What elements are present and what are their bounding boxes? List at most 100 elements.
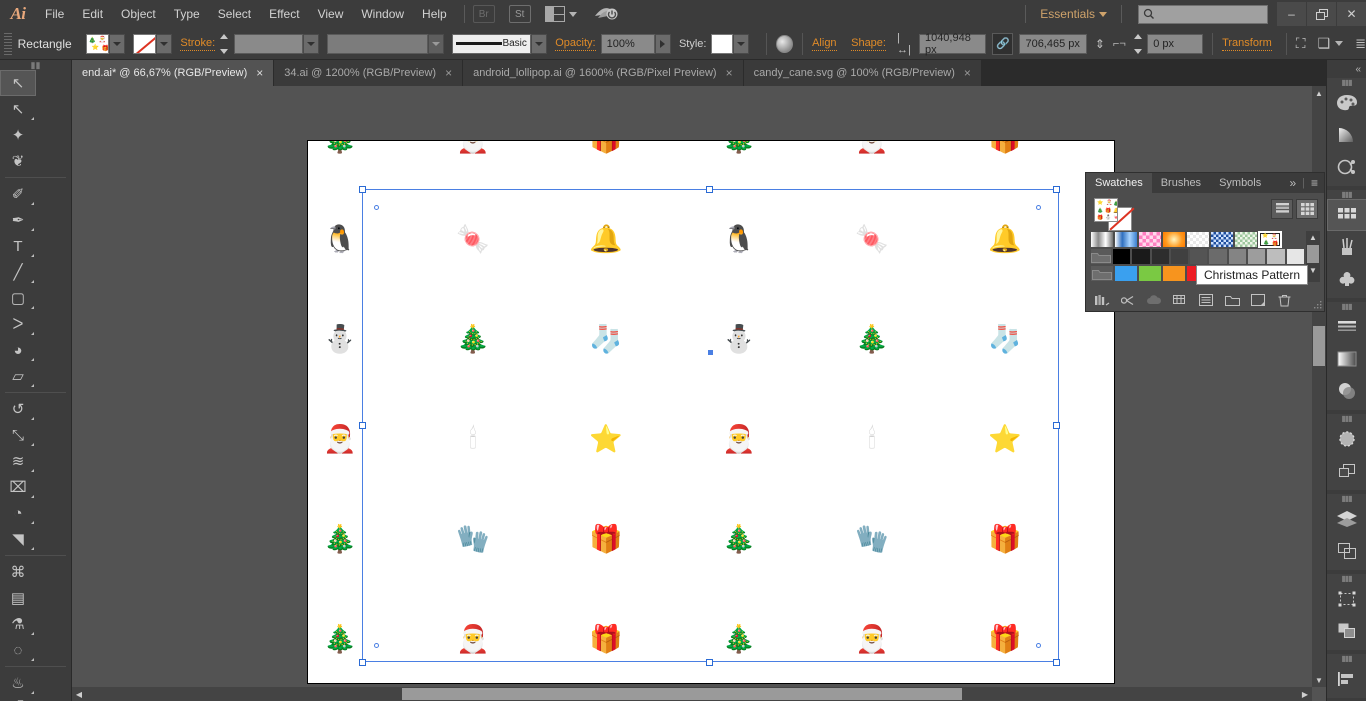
handle-bottom-center[interactable] — [706, 659, 713, 666]
swatch-cell[interactable] — [1285, 248, 1305, 265]
tab-34-ai[interactable]: 34.ai @ 1200% (RGB/Preview) × — [274, 60, 464, 86]
swatch-cell[interactable] — [1189, 248, 1209, 265]
select-similar-icon[interactable]: ❑ — [1318, 35, 1331, 52]
handle-bottom-left[interactable] — [359, 659, 366, 666]
tab-candy-cane-svg[interactable]: candy_cane.svg @ 100% (RGB/Preview) × — [743, 60, 982, 86]
swatch-cell[interactable] — [1138, 231, 1162, 248]
curvature-tool[interactable]: ✒ — [0, 207, 36, 233]
bridge-button[interactable]: Br — [472, 5, 495, 23]
column-graph-tool[interactable]: ▐ — [0, 696, 36, 701]
stroke-profile-dropdown[interactable] — [428, 33, 445, 54]
tab-close-icon[interactable]: × — [256, 67, 263, 79]
graphic-style-button[interactable] — [711, 33, 733, 54]
swatch-cell[interactable] — [1208, 248, 1228, 265]
rail-group-grip[interactable]: ▮▮▮ — [1327, 574, 1366, 583]
panel-resize-grip[interactable] — [1312, 299, 1322, 309]
shaper-tool[interactable]: ◕ — [0, 337, 36, 363]
swatch-kind-icon[interactable] — [1168, 291, 1192, 309]
tab-close-icon[interactable]: × — [964, 67, 971, 79]
scale-tool[interactable]: ⤡ — [0, 422, 36, 448]
mesh-tool[interactable]: ⌘ — [0, 559, 36, 585]
stock-button[interactable]: St — [508, 5, 531, 23]
new-color-group-icon[interactable] — [1220, 291, 1244, 309]
brushes-panel-icon[interactable] — [1327, 231, 1366, 263]
swatch-cell[interactable] — [1114, 231, 1138, 248]
anchor-point-bottom-right[interactable] — [1036, 643, 1041, 648]
christmas-pattern-swatch[interactable]: ⭐ 🎅 🎄 🎁 — [1258, 231, 1282, 248]
menu-view[interactable]: View — [309, 0, 353, 28]
lasso-tool[interactable]: ❦ — [0, 148, 36, 174]
rail-group-grip[interactable]: ▮▮▮ — [1327, 494, 1366, 503]
pen-tool[interactable]: ✐ — [0, 181, 36, 207]
rotate-tool[interactable]: ↺ — [0, 396, 36, 422]
symbol-sprayer-tool[interactable]: ♨ — [0, 670, 36, 696]
corner-type-icon[interactable]: ⌐¬ — [1113, 38, 1126, 50]
align-panel-icon[interactable] — [1327, 663, 1366, 695]
style-dropdown[interactable] — [732, 33, 749, 54]
swatch-libraries-icon[interactable] — [1090, 291, 1114, 309]
menu-type[interactable]: Type — [165, 0, 209, 28]
swatch-cell[interactable] — [1162, 265, 1186, 282]
eyedropper-tool[interactable]: ⚗ — [0, 611, 36, 637]
swatch-cell[interactable] — [1162, 231, 1186, 248]
close-button[interactable]: ✕ — [1336, 2, 1366, 26]
isolate-selection-icon[interactable]: ⛶ — [1296, 35, 1306, 52]
workspace-switcher[interactable]: Essentials — [1034, 7, 1113, 21]
swatch-scroll-thumb[interactable] — [1307, 245, 1319, 263]
arrange-documents-button[interactable] — [544, 6, 577, 22]
transform-panel-icon[interactable] — [1327, 583, 1366, 615]
scroll-left-arrow[interactable]: ◀ — [72, 687, 86, 701]
tab-close-icon[interactable]: × — [445, 67, 452, 79]
selection-bounding-box[interactable] — [359, 186, 1060, 666]
stroke-weight-dropdown[interactable] — [302, 33, 320, 54]
stroke-profile-field[interactable] — [327, 33, 429, 54]
brush-definition-field[interactable]: Basic — [452, 33, 531, 54]
rail-group-grip[interactable]: ▮▮▮ — [1327, 190, 1366, 199]
stroke-panel-icon[interactable] — [1327, 311, 1366, 343]
control-bar-grip[interactable] — [4, 32, 12, 55]
color-panel-icon[interactable] — [1327, 87, 1366, 119]
swatches-panel-icon[interactable] — [1327, 199, 1366, 231]
corner-radius-field[interactable]: 0 px — [1147, 33, 1204, 54]
magic-wand-tool[interactable]: ✦ — [0, 122, 36, 148]
tab-brushes[interactable]: Brushes — [1151, 173, 1211, 193]
swatch-cell[interactable] — [1090, 231, 1114, 248]
color-guide-icon[interactable] — [1327, 119, 1366, 151]
free-transform-tool[interactable]: ⌧ — [0, 474, 36, 500]
appearance-panel-icon[interactable] — [1327, 423, 1366, 455]
new-swatch-icon[interactable] — [1246, 291, 1270, 309]
gradient-panel-icon[interactable] — [1327, 343, 1366, 375]
opacity-label[interactable]: Opacity: — [555, 37, 596, 51]
panel-fill-swatch[interactable]: ⭐🎅🎄 🎄🎁🔔 🎁⛄🍬 — [1094, 198, 1118, 222]
scroll-right-arrow[interactable]: ▶ — [1298, 687, 1312, 701]
corner-radius-stepper[interactable] — [1133, 33, 1146, 54]
menu-effect[interactable]: Effect — [260, 0, 308, 28]
type-tool[interactable]: T — [0, 233, 36, 259]
swatch-cell[interactable] — [1138, 265, 1162, 282]
cloud-icon[interactable] — [1142, 291, 1166, 309]
swatch-cell[interactable] — [1266, 248, 1286, 265]
fill-dropdown[interactable] — [108, 33, 126, 54]
layers-panel-icon[interactable] — [1327, 503, 1366, 535]
collapse-panels-icon[interactable]: « — [1327, 60, 1366, 78]
tab-close-icon[interactable]: × — [726, 67, 733, 79]
sync-settings-button[interactable] — [593, 4, 619, 25]
list-view-icon[interactable] — [1271, 199, 1293, 219]
graphic-styles-icon[interactable] — [1327, 455, 1366, 487]
tab-android-lollipop-ai[interactable]: android_lollipop.ai @ 1600% (RGB/Pixel P… — [463, 60, 744, 86]
tab-swatches[interactable]: Swatches — [1086, 173, 1152, 193]
swatch-cell[interactable] — [1227, 248, 1248, 265]
shape-label[interactable]: Shape: — [851, 37, 886, 51]
panel-menu-icon[interactable]: ≡ — [1311, 176, 1318, 190]
perspective-grid-tool[interactable]: ◥ — [0, 526, 36, 552]
swatches-panel[interactable]: Swatches Brushes Symbols » | ≡ ⭐🎅🎄 🎄🎁🔔 🎁… — [1085, 172, 1325, 312]
swatch-cell[interactable] — [1131, 248, 1151, 265]
swatch-cell[interactable] — [1210, 231, 1234, 248]
transparency-panel-icon[interactable] — [1327, 375, 1366, 407]
opacity-mask-icon[interactable] — [775, 34, 794, 53]
swatch-cell[interactable] — [1150, 248, 1170, 265]
menu-window[interactable]: Window — [352, 0, 413, 28]
symbols-panel-icon[interactable] — [1327, 263, 1366, 295]
pathfinder-panel-icon[interactable] — [1327, 615, 1366, 647]
opacity-field[interactable]: 100% — [600, 33, 655, 54]
